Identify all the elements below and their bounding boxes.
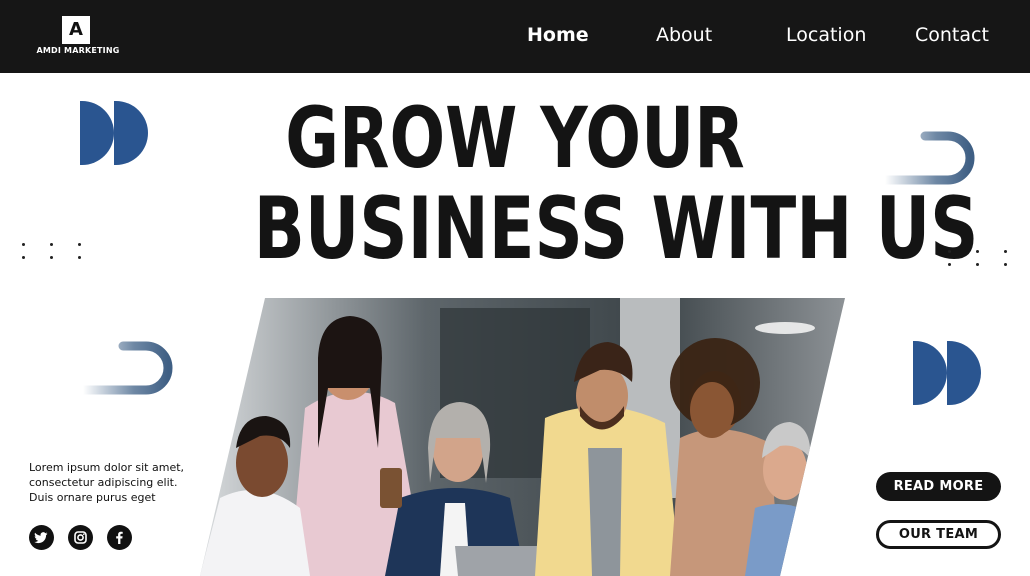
nav-contact-link[interactable]: Contact bbox=[915, 22, 989, 48]
dots-deco-left bbox=[22, 243, 92, 263]
read-more-button[interactable]: READ MORE bbox=[876, 472, 1001, 501]
facebook-icon[interactable] bbox=[107, 525, 132, 550]
nav-about-link[interactable]: About bbox=[656, 22, 712, 48]
speed-hook-deco-top-right bbox=[880, 131, 975, 185]
instagram-icon[interactable] bbox=[68, 525, 93, 550]
double-halfcircle-deco-right bbox=[913, 341, 981, 405]
dots-deco-right bbox=[948, 250, 1018, 270]
double-halfcircle-deco-left bbox=[80, 101, 148, 165]
intro-blurb: Lorem ipsum dolor sit amet, consectetur … bbox=[29, 460, 209, 505]
team-photo bbox=[200, 298, 845, 576]
nav-home-link[interactable]: Home bbox=[527, 22, 589, 48]
speed-hook-deco-left bbox=[78, 341, 173, 395]
top-navbar: A AMDI MARKETING Home About Location Con… bbox=[0, 0, 1030, 73]
blurb-line-1: Lorem ipsum dolor sit amet, bbox=[29, 461, 185, 474]
brand-name: AMDI MARKETING bbox=[36, 46, 120, 55]
hero-headline-line2: BUSINESS WITH US bbox=[253, 179, 979, 279]
twitter-icon[interactable] bbox=[29, 525, 54, 550]
nav-location-link[interactable]: Location bbox=[786, 22, 866, 48]
hero-headline-line1: GROW YOUR bbox=[285, 89, 745, 187]
our-team-button[interactable]: OUR TEAM bbox=[876, 520, 1001, 549]
blurb-line-3: Duis ornare purus eget bbox=[29, 491, 156, 504]
logo-mark: A bbox=[62, 16, 90, 44]
blurb-line-2: consectetur adipiscing elit. bbox=[29, 476, 178, 489]
brand-logo[interactable]: A AMDI MARKETING bbox=[36, 16, 120, 58]
